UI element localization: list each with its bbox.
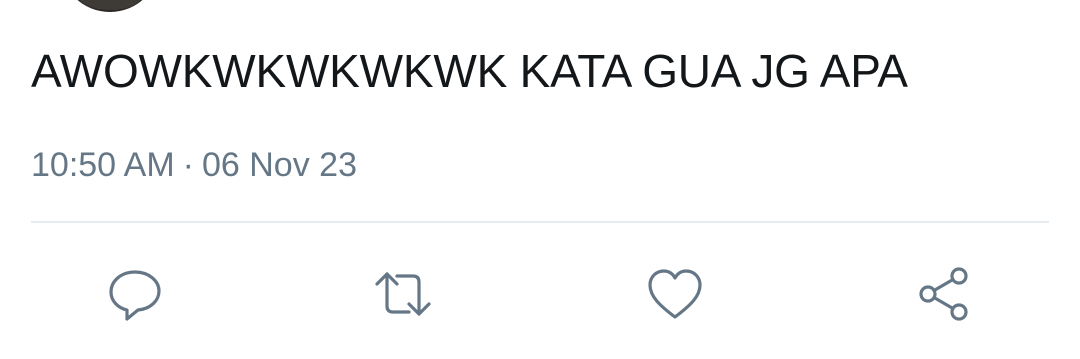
heart-icon (648, 269, 702, 319)
reply-bubble-icon (109, 270, 161, 321)
reply-button[interactable] (103, 262, 167, 326)
timestamp-separator: · (182, 146, 194, 184)
tweet-timestamp: 10:50 AM · 06 Nov 23 (31, 143, 357, 187)
divider (31, 221, 1049, 223)
retweet-button[interactable] (371, 262, 435, 326)
share-button[interactable] (913, 262, 977, 326)
tweet-text: AWOWKWKWKWKWK KATA GUA JG APA (31, 45, 908, 97)
tweet-date: 06 Nov 23 (201, 146, 357, 184)
retweet-arrows-icon (375, 272, 431, 316)
tweet-actions-bar (0, 262, 1080, 326)
share-nodes-icon (919, 267, 968, 321)
tweet-time: 10:50 AM (31, 146, 175, 184)
avatar[interactable] (60, 0, 160, 12)
like-button[interactable] (643, 262, 707, 326)
